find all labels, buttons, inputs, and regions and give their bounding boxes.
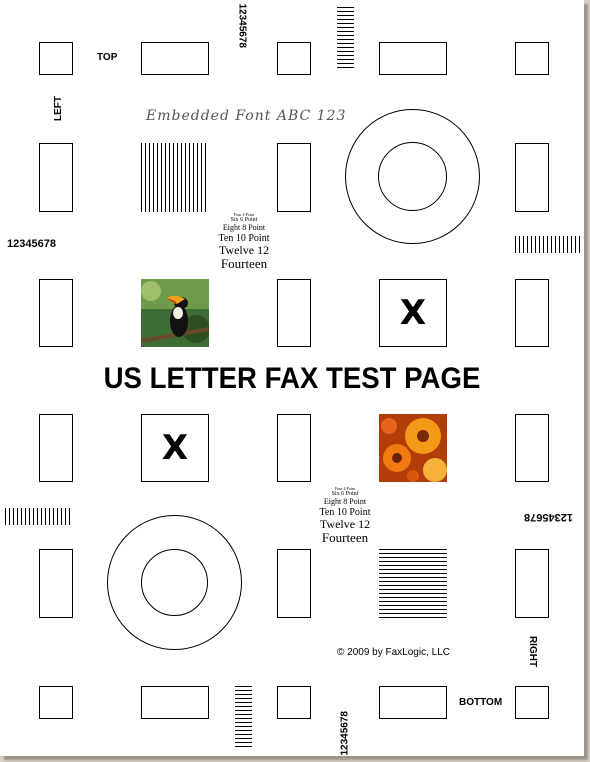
x-mark-box-upper: X — [379, 279, 447, 347]
bottom-label: BOTTOM — [459, 697, 503, 708]
registration-box — [39, 414, 73, 482]
font-sample-8pt: Eight 8 Point — [222, 222, 266, 232]
registration-box — [277, 42, 311, 75]
registration-box — [515, 42, 549, 75]
resolution-lines-left — [5, 508, 71, 525]
font-sample-12pt: Twelve 12 — [218, 242, 270, 257]
registration-box — [39, 143, 73, 212]
registration-box — [277, 549, 311, 618]
registration-box — [277, 414, 311, 482]
registration-box — [515, 143, 549, 212]
font-sample-12pt: Twelve 12 — [319, 516, 371, 531]
registration-box — [515, 279, 549, 347]
font-sample-14pt: Fourteen — [220, 255, 268, 271]
registration-box — [141, 42, 209, 75]
registration-box — [515, 686, 549, 719]
fax-test-page: TOP 12345678 LEFT Embedded Font ABC 123 … — [0, 0, 584, 756]
copyright-notice: © 2009 by FaxLogic, LLC — [337, 647, 450, 658]
resolution-lines-top — [337, 7, 354, 71]
registration-box — [515, 549, 549, 618]
resolution-lines-bottom — [235, 686, 252, 750]
registration-box — [379, 686, 447, 719]
alignment-circle-inner — [141, 549, 208, 616]
orange-flowers-photo — [379, 414, 447, 482]
registration-box — [141, 686, 209, 719]
resolution-lines-right — [515, 236, 581, 253]
font-size-samples-upper: Four 4 Point Six 6 Point Eight 8 Point T… — [196, 212, 292, 271]
registration-box — [39, 279, 73, 347]
font-sample-8pt: Eight 8 Point — [323, 496, 367, 506]
toucan-photo — [141, 279, 209, 347]
registration-box — [39, 686, 73, 719]
font-size-samples-lower: Four 4 Point Six 6 Point Eight 8 Point T… — [297, 486, 393, 545]
left-digit-string: 12345678 — [7, 238, 56, 250]
registration-box — [277, 143, 311, 212]
bottom-digit-string: 12345678 — [339, 711, 351, 756]
registration-box — [515, 414, 549, 482]
page-title: US LETTER FAX TEST PAGE — [103, 362, 481, 395]
top-label: TOP — [97, 52, 118, 63]
embedded-font-sample: Embedded Font ABC 123 — [146, 108, 347, 124]
resolution-lines-horizontal — [379, 549, 447, 618]
x-mark-box-lower: X — [141, 414, 209, 482]
registration-box — [277, 279, 311, 347]
right-label: RIGHT — [527, 635, 539, 668]
alignment-circle-inner — [378, 142, 447, 211]
registration-box — [277, 686, 311, 719]
resolution-lines-vertical — [141, 143, 209, 212]
right-digit-string: 12345678 — [524, 511, 573, 523]
top-digit-string: 12345678 — [236, 3, 248, 49]
registration-box — [39, 549, 73, 618]
font-sample-14pt: Fourteen — [321, 529, 369, 545]
registration-box — [379, 42, 447, 75]
registration-box — [39, 42, 73, 75]
left-label: LEFT — [53, 96, 64, 121]
